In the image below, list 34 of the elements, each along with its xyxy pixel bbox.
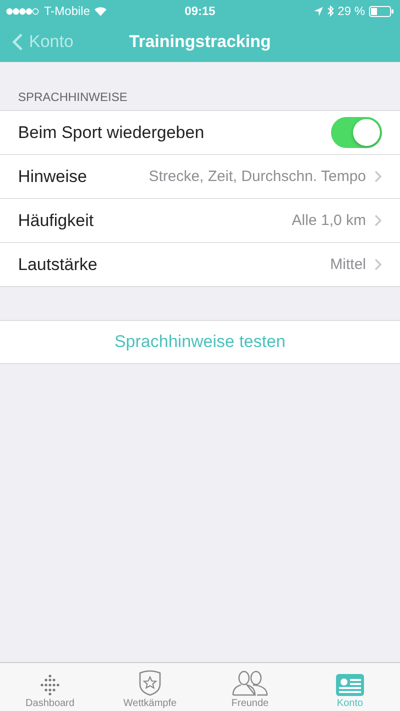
row-value: Alle 1,0 km	[292, 212, 366, 229]
tab-item[interactable]: Dashboard	[0, 663, 100, 711]
wifi-icon	[94, 6, 108, 16]
bluetooth-icon	[326, 5, 334, 17]
signal-icon	[6, 8, 40, 14]
row-label: Hinweise	[18, 166, 88, 186]
battery-icon	[369, 6, 394, 16]
row-value: Mittel	[330, 256, 366, 273]
status-time: 09:15	[184, 4, 216, 18]
tab-item[interactable]: Wettkämpfe	[100, 663, 200, 711]
row-label: Beim Sport wiedergeben	[18, 122, 206, 142]
location-icon	[314, 6, 323, 16]
toggle-switch[interactable]	[331, 117, 382, 148]
settings-row[interactable]: Häufigkeit Alle 1,0 km	[0, 199, 400, 243]
section-header: SPRACHHINWEISE	[17, 89, 128, 106]
chevron-left-icon	[12, 33, 23, 51]
star-shield-icon	[138, 670, 162, 696]
chevron-right-icon	[374, 258, 382, 271]
row-value: Strecke, Zeit, Durchschn. Tempo	[148, 168, 366, 185]
row-label: Häufigkeit	[18, 210, 95, 230]
carrier-name: T-Mobile	[44, 4, 90, 18]
people-icon	[232, 670, 268, 696]
settings-row[interactable]: Hinweise Strecke, Zeit, Durchschn. Tempo	[0, 155, 400, 199]
chevron-right-icon	[374, 170, 382, 183]
chevron-right-icon	[374, 214, 382, 227]
id-card-icon	[336, 674, 364, 696]
screen-title: Trainingstracking	[129, 32, 271, 52]
tab-item[interactable]: Konto	[300, 663, 400, 711]
row-label: Lautstärke	[18, 254, 98, 274]
tab-item[interactable]: Freunde	[200, 663, 300, 711]
battery-percent: 29 %	[338, 4, 365, 18]
dots-grid-icon	[39, 674, 61, 696]
settings-row[interactable]: Lautstärke Mittel	[0, 243, 400, 286]
test-button[interactable]: Sprachhinweise testen	[0, 320, 400, 364]
